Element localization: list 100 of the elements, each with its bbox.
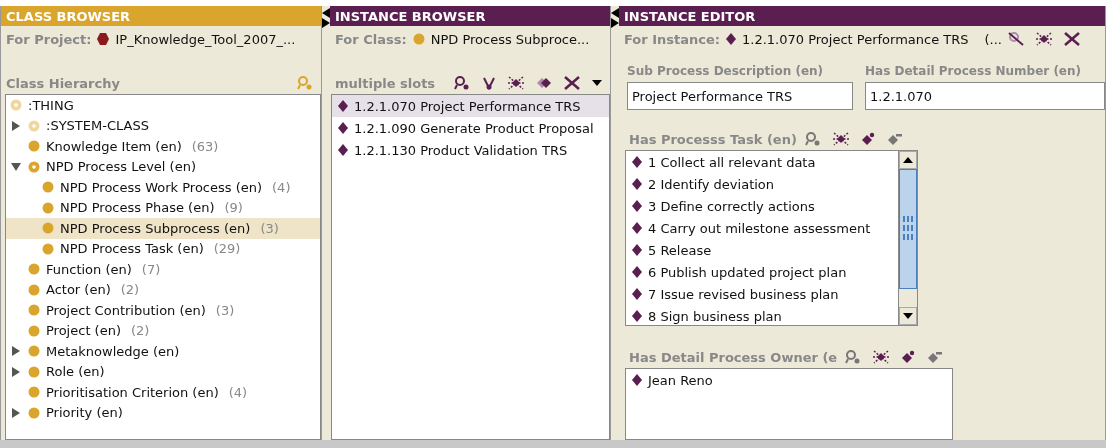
instance-count: (9): [224, 200, 243, 216]
search-icon[interactable]: [454, 76, 470, 90]
tree-row[interactable]: :SYSTEM-CLASS: [6, 115, 320, 136]
instance-name: 1.2.1.070 Project Performance TRS: [354, 98, 581, 114]
tree-row[interactable]: :THING: [6, 95, 320, 116]
scroll-up-icon[interactable]: [903, 157, 913, 163]
class-icon: [28, 365, 40, 378]
slot-label: Has Detail Process Owner (e: [629, 349, 838, 365]
instance-row[interactable]: 1.2.1.090 Generate Product Proposal: [332, 117, 609, 139]
splitter-arrows-icon[interactable]: [611, 8, 619, 28]
class-name: NPD Process Subprocess (en): [60, 220, 251, 236]
instance-icon: [632, 156, 642, 168]
class-name: NPD Process Task (en): [60, 241, 204, 257]
instance-icon: [632, 266, 642, 278]
class-icon: [42, 181, 54, 194]
instance-icon: [632, 200, 642, 212]
field-label: Sub Process Description (en): [627, 64, 825, 78]
references-icon[interactable]: [1036, 32, 1052, 46]
for-project-label: For Project:: [6, 31, 92, 47]
instance-count: (4): [228, 384, 248, 400]
tree-row[interactable]: Knowledge Item (en) (63): [6, 136, 320, 157]
tree-row[interactable]: NPD Process Work Process (en) (4): [6, 177, 320, 198]
class-icon: [412, 33, 425, 45]
tree-row[interactable]: Prioritisation Criterion (en) (4): [6, 382, 320, 403]
tree-row[interactable]: Metaknowledge (en): [6, 341, 320, 362]
hide-icon[interactable]: [1008, 32, 1024, 46]
instance-icon: [632, 244, 642, 256]
delete-icon[interactable]: [564, 76, 580, 90]
class-name: :SYSTEM-CLASS: [46, 118, 149, 134]
expand-icon[interactable]: [11, 346, 21, 357]
class-name: NPD Process Phase (en): [60, 200, 215, 216]
scrollbar[interactable]: [898, 151, 917, 325]
instance-icon: [632, 178, 642, 190]
class-icon: [28, 140, 40, 153]
instance-icon: [338, 144, 348, 156]
class-name: NPD Process Subproce...: [430, 31, 590, 47]
create-instance-icon[interactable]: [508, 76, 524, 90]
class-icon: [28, 345, 40, 358]
instance-icon: [338, 122, 348, 134]
for-instance-label: For Instance:: [624, 31, 720, 47]
field-label: Has Detail Process Number (en): [865, 64, 1083, 78]
remove-instance-icon[interactable]: [886, 132, 903, 146]
add-instance-icon[interactable]: [860, 132, 875, 146]
tree-row[interactable]: NPD Process Phase (en) (9): [6, 197, 320, 218]
class-name: NPD Process Level (en): [46, 159, 196, 175]
dropdown-icon[interactable]: [592, 80, 602, 86]
tree-row[interactable]: Actor (en) (2): [6, 279, 320, 300]
instance-count: (7): [141, 261, 161, 277]
abstract-class-icon: [28, 160, 40, 173]
create-instance-icon[interactable]: [832, 132, 849, 146]
task-item[interactable]: 3 Define correctly actions: [648, 198, 815, 214]
instance-icon: [726, 33, 736, 45]
tree-row[interactable]: Project (en) (2): [6, 320, 320, 341]
create-instance-icon[interactable]: [873, 350, 890, 364]
class-name: Metaknowledge (en): [46, 343, 180, 359]
task-item[interactable]: 2 Identify deviation: [648, 176, 775, 192]
expand-icon[interactable]: [11, 120, 21, 131]
class-icon: [42, 242, 54, 255]
tree-row[interactable]: Role (en): [6, 361, 320, 382]
task-item[interactable]: 1 Collect all relevant data: [648, 154, 816, 170]
add-instance-icon[interactable]: [901, 350, 916, 364]
task-item[interactable]: 6 Publish updated project plan: [648, 264, 847, 280]
instance-row[interactable]: 1.2.1.070 Project Performance TRS: [332, 95, 609, 117]
expand-icon[interactable]: [11, 407, 21, 418]
remove-instance-icon[interactable]: [927, 350, 944, 364]
task-item[interactable]: 7 Issue revised business plan: [648, 286, 839, 302]
collapse-icon[interactable]: [11, 161, 21, 172]
delete-icon[interactable]: [1064, 32, 1080, 46]
scroll-down-icon[interactable]: [903, 313, 913, 319]
owner-item[interactable]: Jean Reno: [648, 372, 713, 388]
instance-icon: [632, 374, 642, 386]
for-class-label: For Class:: [335, 31, 407, 47]
class-icon: [28, 324, 40, 337]
instance-row[interactable]: 1.2.1.130 Product Validation TRS: [332, 139, 609, 161]
instance-icon: [632, 288, 642, 300]
instance-icon: [632, 310, 642, 322]
section-label: multiple slots: [335, 75, 436, 91]
class-name: Knowledge Item (en): [46, 138, 182, 154]
task-item[interactable]: 8 Sign business plan: [648, 308, 782, 324]
tree-row[interactable]: Project Contribution (en) (3): [6, 300, 320, 321]
tree-row[interactable]: NPD Process Task (en) (29): [6, 238, 320, 259]
tree-row[interactable]: Function (en) (7): [6, 259, 320, 280]
tree-row[interactable]: NPD Process Level (en): [6, 156, 320, 177]
tree-row[interactable]: NPD Process Subprocess (en) (3): [6, 218, 320, 239]
instance-icon: [632, 222, 642, 234]
instance-count: (29): [213, 241, 241, 257]
class-name: :THING: [28, 97, 74, 113]
text-field[interactable]: Project Performance TRS: [627, 82, 853, 110]
expand-icon[interactable]: [11, 366, 21, 377]
text-field[interactable]: 1.2.1.070: [865, 82, 1105, 110]
class-name: Actor (en): [46, 282, 111, 298]
task-item[interactable]: 5 Release: [648, 242, 712, 258]
splitter-arrows-icon[interactable]: [322, 8, 330, 28]
class-name: Role (en): [46, 364, 105, 380]
task-item[interactable]: 4 Carry out milestone assessment: [648, 220, 871, 236]
tree-icon[interactable]: [482, 76, 496, 90]
instance-count: (63): [191, 138, 219, 154]
tree-row[interactable]: Priority (en): [6, 402, 320, 423]
copy-instance-icon[interactable]: [536, 76, 552, 90]
class-name: Function (en): [46, 261, 132, 277]
